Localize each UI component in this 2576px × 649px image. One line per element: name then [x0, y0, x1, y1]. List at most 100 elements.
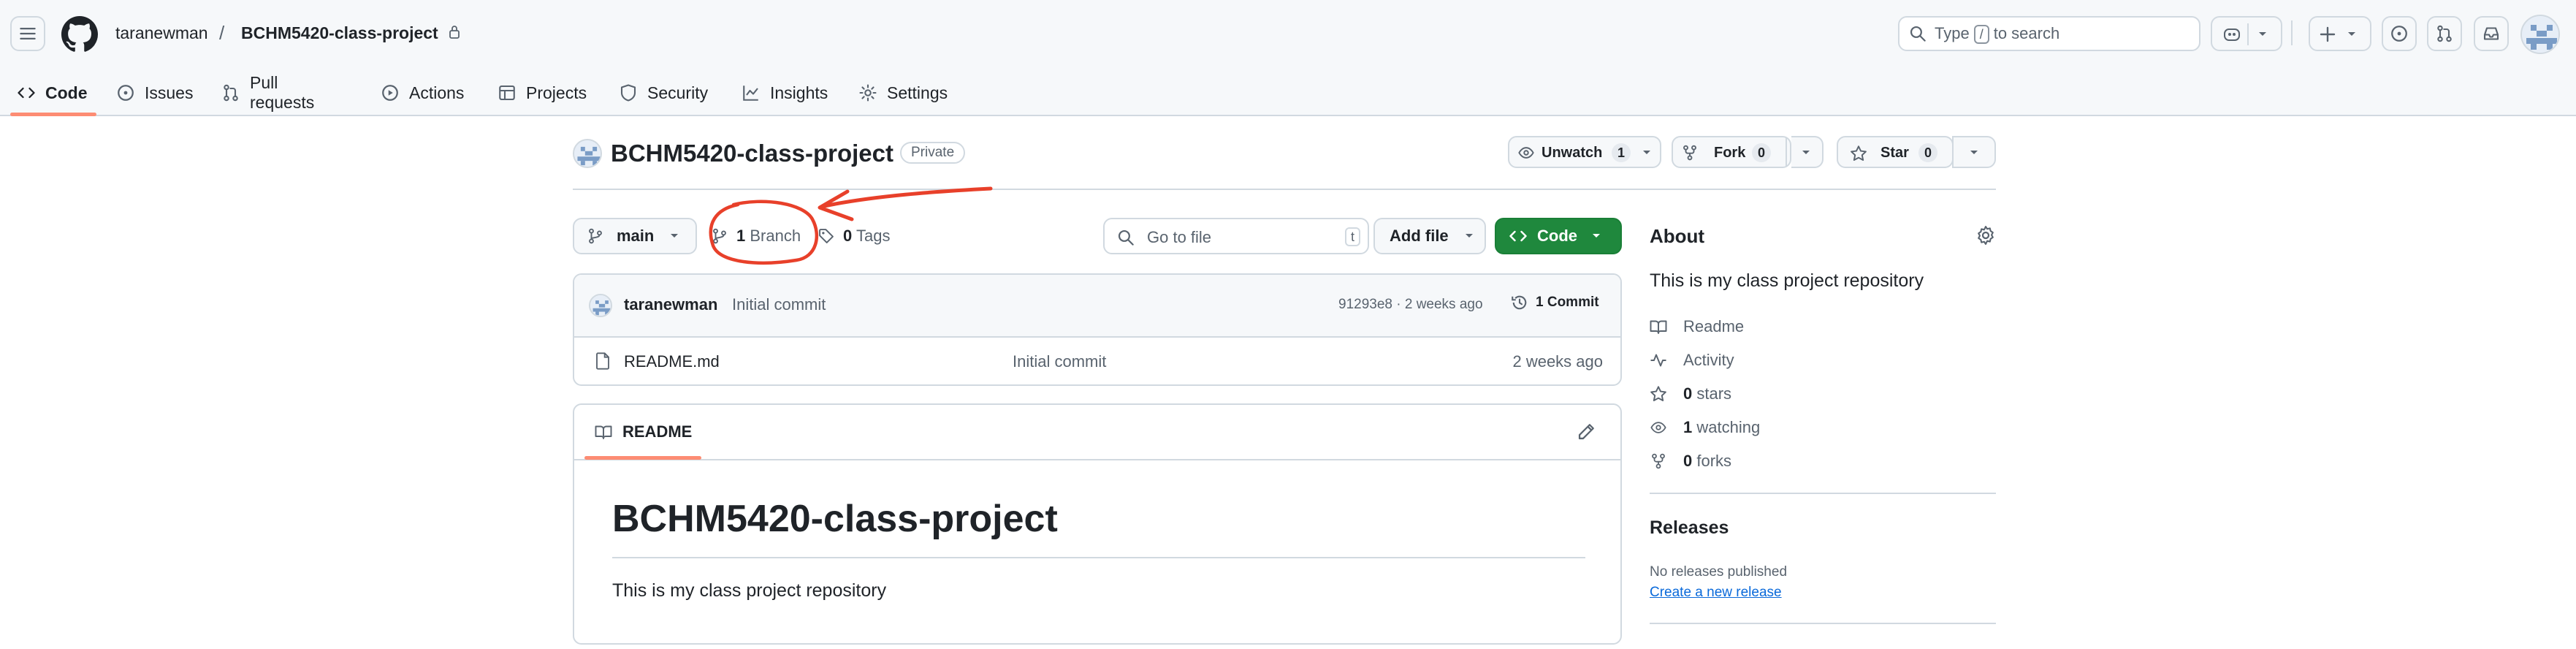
table-row[interactable]: README.md Initial commit 2 weeks ago — [574, 338, 1620, 384]
inbox-icon — [2482, 25, 2500, 42]
create-new-button[interactable] — [2309, 16, 2371, 51]
star-button[interactable]: Star 0 — [1837, 136, 1954, 168]
star-lists-button[interactable] — [1952, 136, 1996, 168]
star-icon — [1850, 145, 1867, 162]
search-icon — [1910, 26, 1926, 42]
pull-requests-shortcut-button[interactable] — [2427, 16, 2462, 51]
active-tab-indicator — [10, 113, 96, 116]
file-commit-message[interactable]: Initial commit — [1013, 352, 1106, 371]
fork-icon — [1682, 145, 1698, 161]
gear-icon[interactable] — [1975, 225, 1996, 246]
eye-icon — [1518, 145, 1534, 161]
github-logo-icon[interactable] — [61, 16, 98, 53]
global-search[interactable]: Type / to search — [1898, 16, 2200, 51]
tab-pull-requests[interactable]: Pull requests — [222, 70, 314, 115]
commit-message[interactable]: Initial commit — [732, 295, 826, 314]
go-to-file-input[interactable]: Go to file t — [1103, 218, 1369, 254]
sidebar-divider — [1650, 493, 1996, 494]
chevron-down-icon — [1800, 148, 1812, 157]
sidebar-divider — [1650, 623, 1996, 624]
tab-projects[interactable]: Projects — [498, 70, 587, 115]
fork-icon — [1650, 453, 1667, 469]
commits-history-link[interactable]: 1 Commit — [1511, 294, 1599, 311]
plus-icon — [2319, 26, 2336, 43]
sidebar-item-forks[interactable]: 0 forks — [1650, 452, 1731, 471]
search-icon — [1118, 229, 1134, 246]
tab-security[interactable]: Security — [620, 70, 708, 115]
create-release-link[interactable]: Create a new release — [1650, 585, 1782, 601]
latest-commit-row: taranewman Initial commit 91293e8 · 2 we… — [574, 275, 1620, 338]
branches-link[interactable]: 1 Branch — [712, 218, 801, 254]
tab-insights[interactable]: Insights — [742, 70, 828, 115]
play-icon — [381, 84, 399, 102]
chevron-down-icon[interactable] — [2253, 28, 2272, 41]
file-commit-time: 2 weeks ago — [1512, 352, 1603, 371]
chevron-down-icon — [1590, 232, 1602, 240]
commit-sha[interactable]: 91293e8 — [1338, 297, 1392, 312]
global-header: taranewman / BCHM5420-class-project Type… — [0, 0, 2576, 116]
tab-code[interactable]: Code — [18, 70, 88, 115]
inbox-button[interactable] — [2474, 16, 2509, 51]
no-releases-text: No releases published — [1650, 564, 1788, 580]
sidebar-item-stars[interactable]: 0 stars — [1650, 384, 1731, 403]
readme-tab-indicator — [584, 456, 701, 460]
repo-owner-avatar[interactable] — [573, 139, 602, 168]
repo-title[interactable]: BCHM5420-class-project — [611, 137, 893, 170]
readme-heading: BCHM5420-class-project — [612, 498, 1058, 540]
star-count: 0 — [1918, 143, 1937, 162]
book-icon — [595, 424, 612, 440]
commit-author[interactable]: taranewman — [624, 295, 717, 314]
chevron-down-icon — [1968, 148, 1980, 157]
tab-actions[interactable]: Actions — [381, 70, 464, 115]
fork-count: 0 — [1752, 143, 1771, 162]
branch-select-button[interactable]: main — [573, 218, 697, 254]
tab-issues[interactable]: Issues — [117, 70, 193, 115]
releases-heading[interactable]: Releases — [1650, 517, 1729, 539]
code-icon — [1509, 227, 1527, 245]
unwatch-button[interactable]: Unwatch 1 — [1508, 136, 1661, 168]
breadcrumb-owner[interactable]: taranewman — [115, 20, 208, 45]
chevron-down-icon — [1641, 148, 1653, 157]
copilot-button[interactable] — [2211, 16, 2282, 51]
visibility-badge: Private — [900, 142, 966, 164]
issues-shortcut-button[interactable] — [2382, 16, 2417, 51]
branch-icon — [587, 228, 603, 244]
graph-icon — [742, 84, 760, 102]
annotation-arrow-shaft — [822, 186, 993, 208]
table-icon — [498, 84, 516, 102]
readme-panel: README BCHM5420-class-project This is my… — [573, 403, 1622, 645]
sidebar-item-watching[interactable]: 1 watching — [1650, 418, 1760, 437]
readme-body: This is my class project repository — [612, 580, 887, 601]
about-description: This is my class project repository — [1650, 270, 1924, 291]
tags-link[interactable]: 0 Tags — [818, 218, 890, 254]
breadcrumb-repo[interactable]: BCHM5420-class-project — [241, 20, 438, 45]
search-placeholder: Type / to search — [1935, 24, 2060, 44]
add-file-button[interactable]: Add file — [1373, 218, 1486, 254]
commit-time: 2 weeks ago — [1404, 297, 1483, 312]
tab-settings[interactable]: Settings — [859, 70, 948, 115]
repo-header-divider — [573, 189, 1996, 190]
annotation-arrow-head — [818, 189, 854, 221]
search-shortcut-key: / — [1973, 25, 1989, 44]
pencil-icon[interactable] — [1577, 422, 1596, 441]
issue-icon — [117, 84, 134, 102]
menu-button[interactable] — [10, 16, 45, 51]
code-download-button[interactable]: Code — [1495, 218, 1622, 254]
chevron-down-icon — [668, 232, 680, 240]
watch-count: 1 — [1612, 143, 1631, 162]
chevron-down-icon — [1463, 232, 1475, 240]
fork-options-button[interactable] — [1791, 136, 1824, 168]
top-bar: taranewman / BCHM5420-class-project Type… — [0, 0, 2576, 64]
readme-divider — [612, 557, 1585, 558]
file-name[interactable]: README.md — [624, 352, 720, 371]
sidebar-item-activity[interactable]: Activity — [1650, 351, 1734, 370]
go-to-file-shortcut-key: t — [1344, 227, 1360, 246]
hamburger-icon — [20, 26, 36, 42]
fork-button[interactable]: Fork 0 — [1672, 136, 1791, 168]
history-icon — [1511, 294, 1528, 311]
sidebar-item-readme[interactable]: Readme — [1650, 317, 1744, 336]
tab-readme[interactable]: README — [595, 422, 692, 441]
pulse-icon — [1650, 352, 1667, 368]
user-avatar[interactable] — [2520, 15, 2560, 54]
commit-author-avatar[interactable] — [589, 294, 612, 317]
